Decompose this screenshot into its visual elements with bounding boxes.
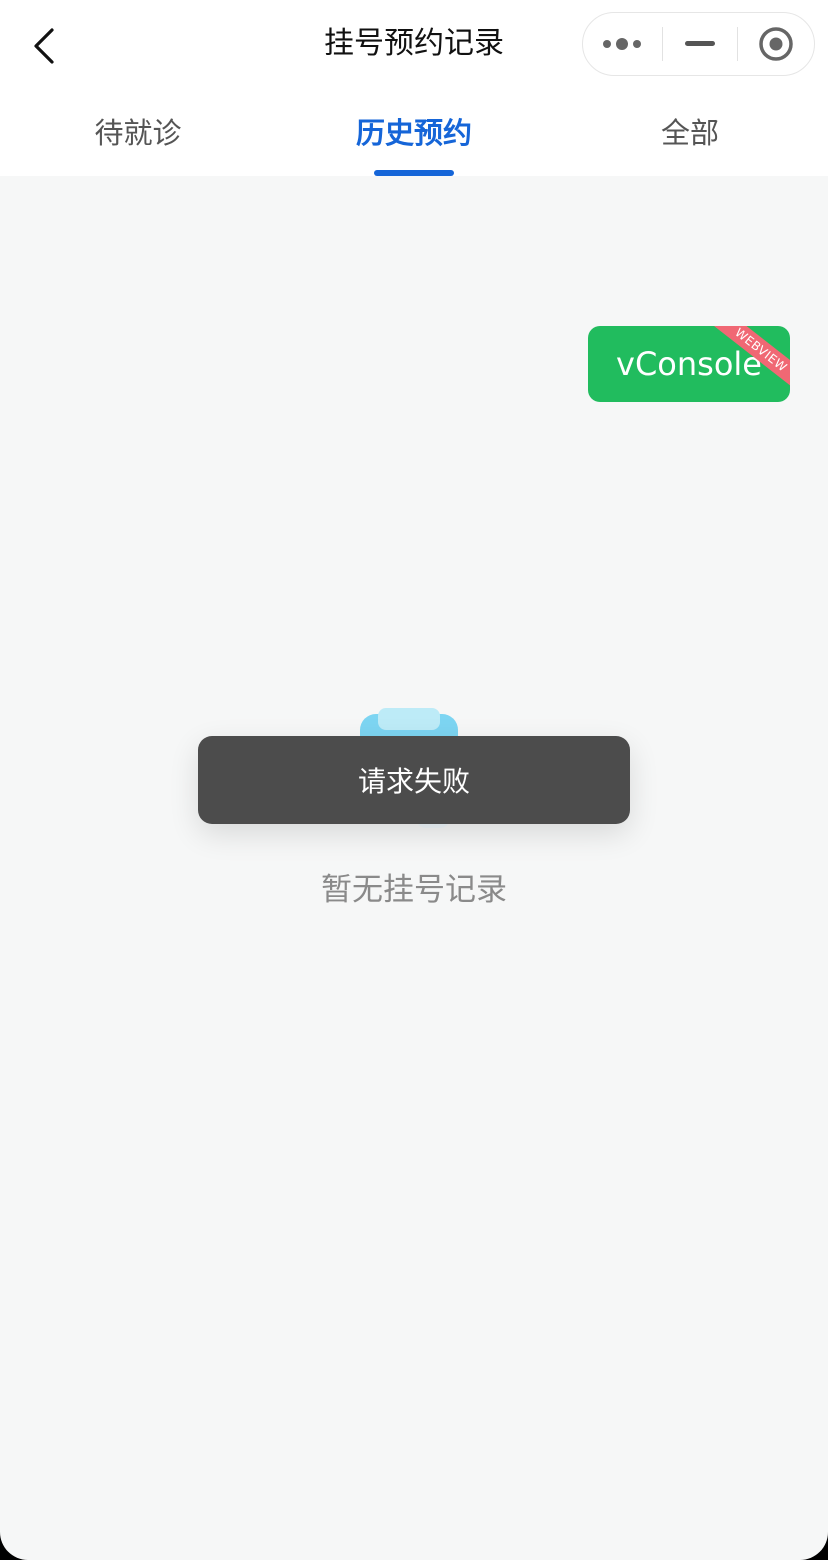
tab-label: 待就诊 [94, 116, 182, 150]
navigation-bar: 挂号预约记录 [0, 0, 828, 88]
tab-all[interactable]: 全部 [552, 88, 828, 176]
tab-label: 历史预约 [355, 116, 472, 150]
close-button[interactable] [738, 13, 814, 75]
minimize-button[interactable] [663, 13, 736, 75]
app-screen: 挂号预约记录 待就诊 历史预约 全部 vConsole WEBVIEW 暂无挂号… [0, 0, 828, 1560]
more-dots-icon [603, 38, 642, 50]
target-close-icon [759, 27, 793, 61]
vconsole-button[interactable]: vConsole WEBVIEW [588, 326, 790, 402]
empty-message: 暂无挂号记录 [321, 872, 507, 908]
tab-pending[interactable]: 待就诊 [0, 88, 276, 176]
minimize-icon [684, 41, 715, 46]
error-toast: 请求失败 [198, 736, 630, 824]
tab-active-indicator [374, 170, 454, 176]
tab-history[interactable]: 历史预约 [276, 88, 552, 176]
tab-label: 全部 [660, 116, 719, 150]
toast-message: 请求失败 [357, 765, 470, 798]
mini-program-capsule [582, 12, 815, 76]
vconsole-label: vConsole [616, 345, 762, 383]
more-button[interactable] [583, 13, 662, 75]
tab-bar: 待就诊 历史预约 全部 [0, 88, 828, 176]
